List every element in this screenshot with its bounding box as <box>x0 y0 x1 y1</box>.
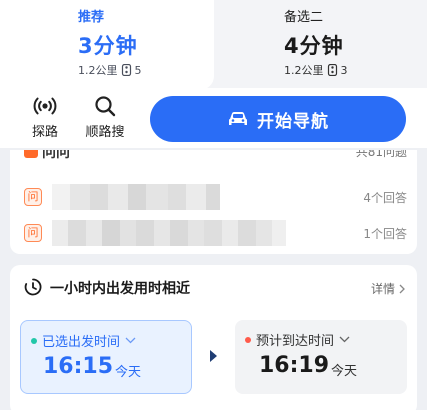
answer-count: 4个回答 <box>363 191 407 205</box>
route-name: 备选二 <box>284 10 324 25</box>
chevron-down-icon <box>125 337 136 344</box>
route-tabs: 推荐 3分钟 1.2公里 5 备选二 4分钟 1.2公里 3 <box>0 0 427 90</box>
answer-count: 1个回答 <box>363 227 407 241</box>
chevron-right-icon <box>399 284 405 293</box>
arrival-time: 16:19 <box>259 353 330 378</box>
departure-time-selector[interactable]: 已选出发时间 16:15 今天 <box>20 320 192 394</box>
start-navigation-button[interactable]: 开始导航 <box>150 96 406 142</box>
departure-label: 已选出发时间 <box>42 335 121 350</box>
qa-question-row[interactable]: 问 4个回答 <box>10 182 417 212</box>
route-duration: 4分钟 <box>284 34 344 58</box>
route-distance: 1.2公里 <box>78 64 118 77</box>
qa-count: 共81问题 <box>355 150 407 159</box>
route-lights: 3 <box>340 63 348 77</box>
details-label: 详情 <box>370 282 395 296</box>
route-tab-recommended[interactable]: 推荐 3分钟 1.2公里 5 <box>0 0 214 90</box>
route-lights: 5 <box>134 63 142 77</box>
route-name: 推荐 <box>78 10 105 25</box>
start-navigation-label: 开始导航 <box>257 111 329 132</box>
qa-card: 问问 共81问题 问 4个回答 问 1个回答 <box>10 150 417 254</box>
qa-title: 问问 <box>42 150 70 161</box>
ask-icon <box>24 150 38 158</box>
route-distance: 1.2公里 <box>284 64 324 77</box>
arrival-label-row: 预计到达时间 <box>245 330 350 349</box>
question-icon: 问 <box>24 224 42 242</box>
route-meta: 1.2公里 5 <box>78 62 142 78</box>
qa-header[interactable]: 问问 共81问题 <box>10 150 417 166</box>
route-duration: 3分钟 <box>78 34 138 58</box>
arrow-right-icon <box>210 350 217 362</box>
arrival-day: 今天 <box>331 364 358 379</box>
clock-icon <box>24 278 42 296</box>
time-card-title: 一小时内出发用时相近 <box>50 281 190 297</box>
traffic-light-icon <box>327 64 337 76</box>
route-tab-alternative-2[interactable]: 备选二 4分钟 1.2公里 3 <box>214 0 427 90</box>
search-along-label: 顺路搜 <box>85 125 125 140</box>
explore-label: 探路 <box>31 125 58 140</box>
arrival-label: 预计到达时间 <box>256 334 335 349</box>
car-icon <box>229 112 247 125</box>
broadcast-icon <box>33 97 57 115</box>
departure-day: 今天 <box>115 365 142 380</box>
blurred-question-text <box>52 220 286 246</box>
qa-question-row[interactable]: 问 1个回答 <box>10 218 417 248</box>
blurred-question-text <box>52 184 220 210</box>
search-along-button[interactable]: 顺路搜 <box>75 94 135 144</box>
search-icon <box>95 96 116 117</box>
arrival-dot <box>245 336 251 343</box>
explore-button[interactable]: 探路 <box>15 94 75 144</box>
departure-time: 16:15 <box>43 354 114 379</box>
departure-dot <box>31 337 37 344</box>
traffic-light-icon <box>121 64 131 76</box>
arrival-time-selector[interactable]: 预计到达时间 16:19 今天 <box>235 320 407 394</box>
chevron-down-icon <box>339 336 350 343</box>
question-icon: 问 <box>24 188 42 206</box>
departure-label-row: 已选出发时间 <box>31 331 136 350</box>
departure-time-card: 一小时内出发用时相近 详情 已选出发时间 16:15 今天 预计到达时间 16:… <box>10 265 417 410</box>
route-meta: 1.2公里 3 <box>284 62 348 78</box>
details-link[interactable]: 详情 <box>371 280 405 297</box>
